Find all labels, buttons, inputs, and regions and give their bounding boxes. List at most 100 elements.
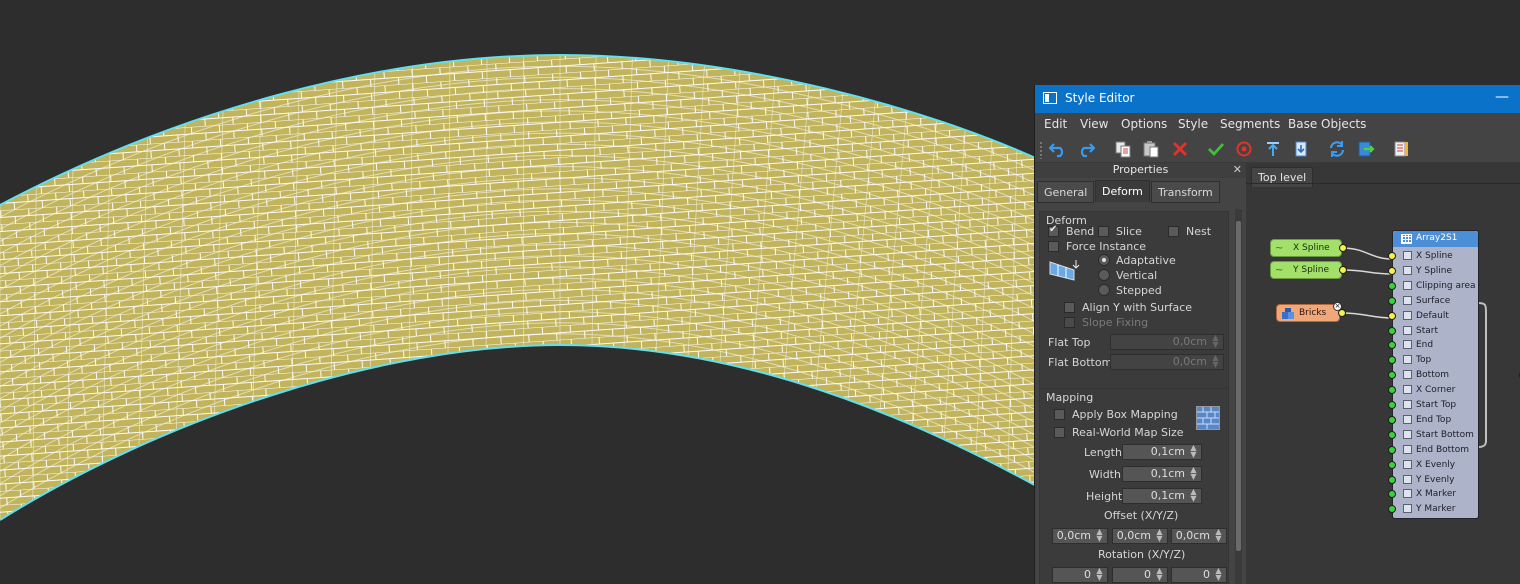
x-spline-output-port[interactable]	[1339, 244, 1347, 252]
menu-view[interactable]: View	[1080, 117, 1108, 131]
nest-checkbox[interactable]	[1168, 226, 1179, 237]
array-input-port[interactable]	[1388, 311, 1396, 320]
array-input-port[interactable]	[1388, 281, 1396, 290]
array-input-port[interactable]	[1388, 326, 1396, 335]
array-port-row[interactable]: Surface	[1393, 294, 1478, 309]
x-spline-node[interactable]: ~ X Spline	[1270, 239, 1342, 257]
spinner-arrows-icon[interactable]: ▲ ▼	[1214, 528, 1223, 543]
array-port-row[interactable]: End Top	[1393, 413, 1478, 428]
spinner-arrows-icon[interactable]: ▲ ▼	[1095, 567, 1104, 582]
stepped-radio[interactable]	[1098, 284, 1110, 296]
bottom-align-icon[interactable]	[1290, 138, 1312, 160]
y-spline-node[interactable]: ~ Y Spline	[1270, 261, 1342, 279]
vertical-radio[interactable]	[1098, 269, 1110, 281]
array-input-port[interactable]	[1388, 475, 1396, 484]
export-icon[interactable]	[1355, 138, 1377, 160]
flat-top-input[interactable]: 0,0cm ▲ ▼	[1110, 334, 1224, 350]
stop-icon[interactable]	[1233, 138, 1255, 160]
flat-bottom-input[interactable]: 0,0cm ▲ ▼	[1110, 354, 1224, 370]
title-bar[interactable]: Style Editor —	[1035, 85, 1520, 113]
menu-options[interactable]: Options	[1121, 117, 1167, 131]
array-port-row[interactable]: Y Evenly	[1393, 473, 1478, 488]
spinner-arrows-icon[interactable]: ▲ ▼	[1189, 488, 1198, 503]
menu-edit[interactable]: Edit	[1044, 117, 1067, 131]
array-port-row[interactable]: X Evenly	[1393, 458, 1478, 473]
texture-map-icon[interactable]	[1196, 406, 1220, 430]
array-port-row[interactable]: End	[1393, 338, 1478, 353]
array-port-row[interactable]: Start Bottom	[1393, 428, 1478, 443]
top-align-icon[interactable]	[1262, 138, 1284, 160]
spinner-arrows-icon[interactable]: ▲ ▼	[1214, 567, 1223, 582]
menu-base-objects[interactable]: Base Objects	[1288, 117, 1366, 131]
tab-deform[interactable]: Deform	[1095, 180, 1150, 202]
array-port-row[interactable]: X Marker	[1393, 487, 1478, 502]
array-input-port[interactable]	[1388, 296, 1396, 305]
node-editor[interactable]: Top level ~ X Spline ~ Y Spline Bricks ×	[1246, 163, 1520, 584]
menu-segments[interactable]: Segments	[1220, 117, 1280, 131]
scrollbar-thumb[interactable]	[1236, 221, 1241, 551]
properties-scrollbar[interactable]	[1235, 209, 1242, 584]
offset-x-input[interactable]: 0,0cm ▲ ▼	[1052, 528, 1108, 544]
length-input[interactable]: 0,1cm ▲ ▼	[1122, 444, 1202, 460]
spinner-arrows-icon[interactable]: ▲ ▼	[1155, 528, 1164, 543]
menu-style[interactable]: Style	[1178, 117, 1208, 131]
toolbar-grip-icon[interactable]	[1039, 141, 1043, 159]
rotation-y-input[interactable]: 0 ▲ ▼	[1112, 567, 1168, 583]
redo-icon[interactable]	[1075, 138, 1097, 160]
array-port-row[interactable]: Y Spline	[1393, 264, 1478, 279]
undo-icon[interactable]	[1047, 138, 1069, 160]
array-input-port[interactable]	[1388, 401, 1396, 409]
array-port-row[interactable]: Top	[1393, 353, 1478, 368]
rotation-x-input[interactable]: 0 ▲ ▼	[1052, 567, 1108, 583]
tab-general[interactable]: General	[1037, 181, 1095, 203]
spinner-arrows-icon[interactable]: ▲ ▼	[1211, 354, 1220, 369]
array-port-row[interactable]: End Bottom	[1393, 443, 1478, 458]
array-port-row[interactable]: Clipping area	[1393, 279, 1478, 294]
real-world-checkbox[interactable]	[1054, 427, 1065, 438]
bricks-output-port[interactable]	[1338, 309, 1346, 317]
array-input-port[interactable]	[1388, 266, 1396, 275]
array-input-port[interactable]	[1388, 252, 1396, 260]
bricks-node[interactable]: Bricks ×	[1276, 302, 1342, 322]
array-port-row[interactable]: Default	[1393, 309, 1478, 324]
tab-transform[interactable]: Transform	[1151, 181, 1220, 203]
height-input[interactable]: 0,1cm ▲ ▼	[1122, 488, 1202, 504]
spinner-arrows-icon[interactable]: ▲ ▼	[1189, 444, 1198, 459]
array-port-row[interactable]: X Corner	[1393, 383, 1478, 398]
array-port-row[interactable]: Start	[1393, 324, 1478, 339]
bend-checkbox[interactable]	[1048, 224, 1059, 237]
close-icon[interactable]: ✕	[1233, 163, 1242, 176]
array-input-port[interactable]	[1388, 445, 1396, 454]
check-icon[interactable]	[1205, 138, 1227, 160]
delete-icon[interactable]	[1169, 138, 1191, 160]
spinner-arrows-icon[interactable]: ▲ ▼	[1155, 567, 1164, 582]
copy-icon[interactable]	[1112, 138, 1134, 160]
array-input-port[interactable]	[1388, 460, 1396, 469]
paste-icon[interactable]	[1140, 138, 1162, 160]
refresh-icon[interactable]	[1326, 138, 1348, 160]
array-port-row[interactable]: Bottom	[1393, 368, 1478, 383]
offset-y-input[interactable]: 0,0cm ▲ ▼	[1112, 528, 1168, 544]
style-editor-window[interactable]: Style Editor — Edit View Options Style S…	[1034, 85, 1520, 584]
array-port-row[interactable]: X Spline	[1393, 249, 1478, 264]
spinner-arrows-icon[interactable]: ▲ ▼	[1211, 334, 1220, 349]
spinner-arrows-icon[interactable]: ▲ ▼	[1095, 528, 1104, 543]
minimize-button[interactable]: —	[1495, 90, 1509, 104]
y-spline-output-port[interactable]	[1339, 266, 1347, 274]
apply-box-checkbox[interactable]	[1054, 409, 1065, 420]
array-input-port[interactable]	[1388, 415, 1396, 424]
spinner-arrows-icon[interactable]: ▲ ▼	[1189, 466, 1198, 481]
align-y-checkbox[interactable]	[1064, 302, 1075, 313]
slice-checkbox[interactable]	[1098, 226, 1109, 237]
book-icon[interactable]	[1390, 138, 1412, 160]
rotation-z-input[interactable]: 0 ▲ ▼	[1171, 567, 1227, 583]
slope-fixing-checkbox[interactable]	[1064, 317, 1075, 328]
array-node-header[interactable]: Array2S1	[1393, 231, 1478, 247]
array-node[interactable]: Array2S1 X Spline Y Spline Clipping area Su…	[1392, 230, 1479, 519]
force-instance-checkbox[interactable]	[1048, 241, 1059, 252]
array-port-row[interactable]: Y Marker	[1393, 502, 1478, 517]
width-input[interactable]: 0,1cm ▲ ▼	[1122, 466, 1202, 482]
array-port-row[interactable]: Start Top	[1393, 398, 1478, 413]
offset-z-input[interactable]: 0,0cm ▲ ▼	[1171, 528, 1227, 544]
adaptative-radio[interactable]	[1098, 254, 1110, 266]
